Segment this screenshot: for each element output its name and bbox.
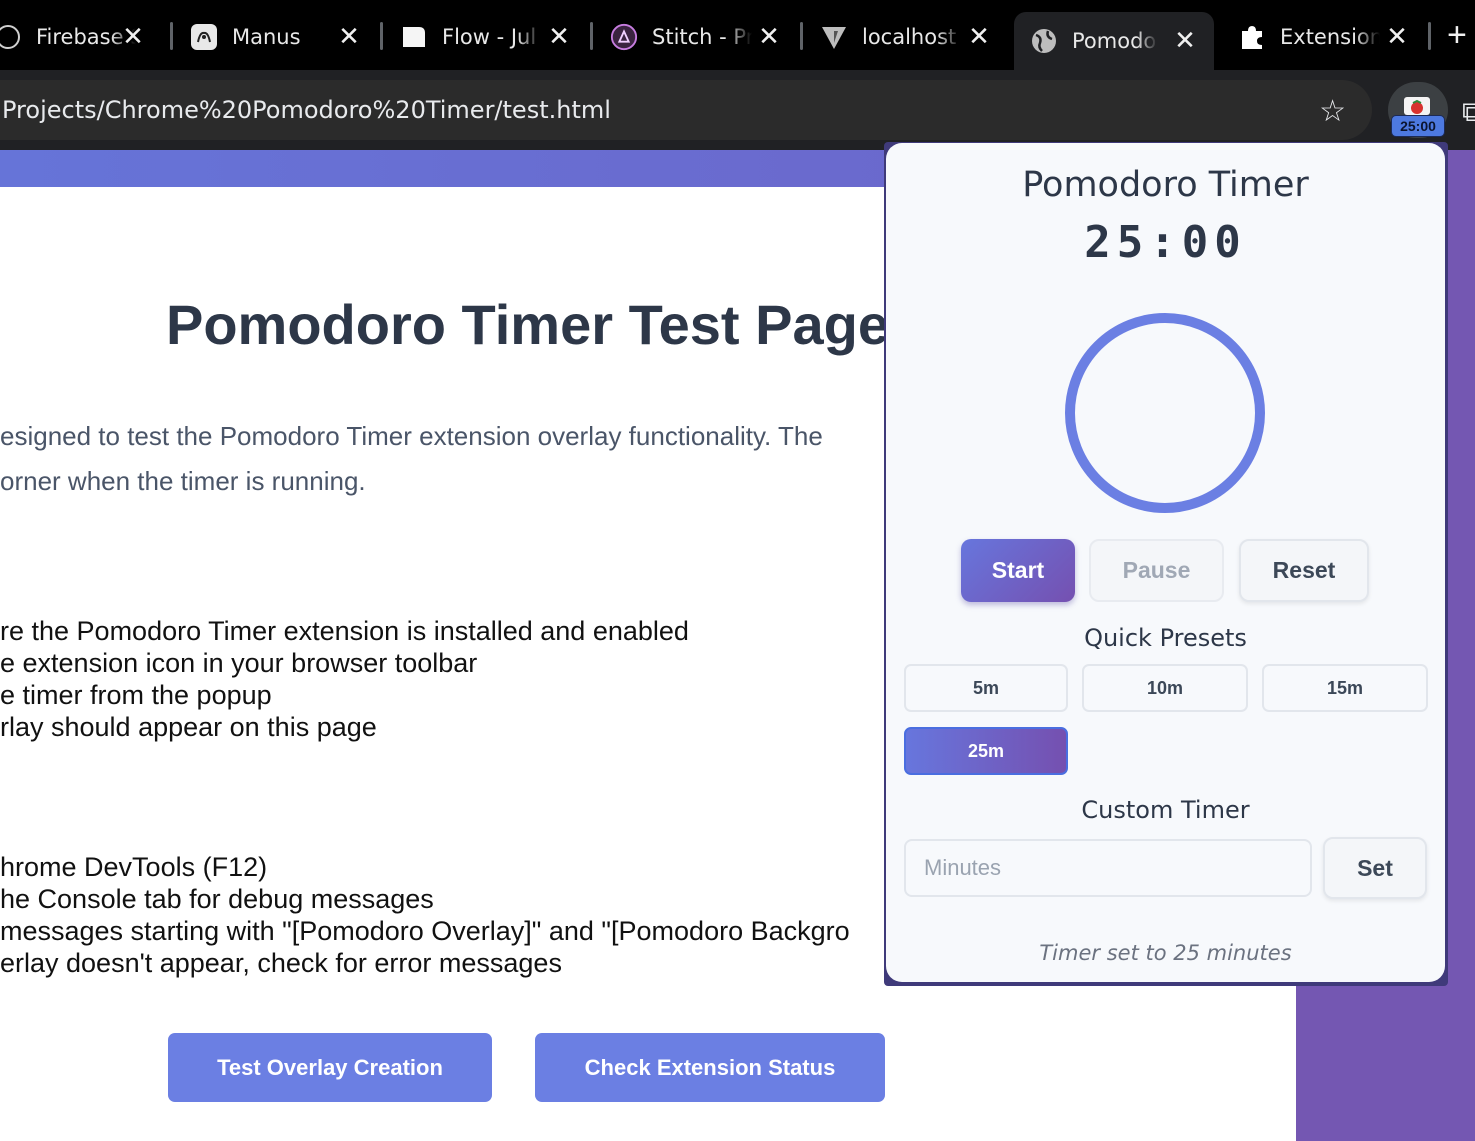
- close-icon[interactable]: ✕: [336, 22, 362, 52]
- preset-25m-button[interactable]: 25m: [904, 727, 1068, 775]
- intro-line: orner when the timer is running.: [0, 466, 366, 496]
- page-title: Pomodoro Timer Test Page: [166, 293, 889, 356]
- check-extension-status-button[interactable]: Check Extension Status: [535, 1033, 885, 1102]
- tab-manus[interactable]: Manus ✕: [190, 12, 362, 62]
- stitch-icon: [610, 23, 638, 51]
- timer-display: 25:00: [1084, 217, 1247, 268]
- close-icon[interactable]: ✕: [120, 22, 146, 52]
- url-text: Projects/Chrome%20Pomodoro%20Timer/test.…: [2, 96, 611, 124]
- list-item: erlay doesn't appear, check for error me…: [0, 948, 562, 978]
- manus-icon: [190, 23, 218, 51]
- tab-extensions[interactable]: Extension ✕: [1238, 12, 1410, 62]
- vite-icon: [820, 23, 848, 51]
- tab-strip: Firebase S ✕ Manus ✕ Flow - Jul ✕ Stitch…: [0, 0, 1475, 70]
- globe-icon: [1030, 27, 1058, 55]
- debug-list: hrome DevTools (F12) he Console tab for …: [0, 851, 850, 979]
- puzzle-icon: [1238, 23, 1266, 51]
- browser-toolbar: Projects/Chrome%20Pomodoro%20Timer/test.…: [0, 70, 1475, 150]
- tab-flow[interactable]: Flow - Jul ✕: [400, 12, 572, 62]
- tab-separator: [1428, 22, 1431, 50]
- instructions-list: re the Pomodoro Timer extension is insta…: [0, 615, 689, 743]
- preset-10m-button[interactable]: 10m: [1082, 664, 1248, 712]
- tab-pomodoro[interactable]: Pomodor ✕: [1014, 12, 1214, 70]
- extension-badge: 25:00: [1391, 115, 1445, 137]
- tab-title: Manus: [232, 25, 301, 49]
- close-icon[interactable]: ✕: [546, 22, 572, 52]
- tab-localhost[interactable]: localhost ✕: [820, 12, 992, 62]
- tab-title: Stitch - Pr: [652, 25, 752, 49]
- popup-title: Pomodoro Timer: [1022, 165, 1309, 205]
- firebase-icon: [0, 23, 22, 51]
- status-message: Timer set to 25 minutes: [1039, 941, 1292, 965]
- close-icon[interactable]: ✕: [1172, 26, 1198, 56]
- close-icon[interactable]: ✕: [756, 22, 782, 52]
- list-item: e extension icon in your browser toolbar: [0, 648, 478, 678]
- custom-timer-heading: Custom Timer: [1081, 796, 1250, 824]
- intro-line: esigned to test the Pomodoro Timer exten…: [0, 421, 823, 451]
- tab-title: Flow - Jul: [442, 25, 537, 49]
- close-icon[interactable]: ✕: [966, 22, 992, 52]
- preset-15m-button[interactable]: 15m: [1262, 664, 1428, 712]
- tab-title: Pomodor: [1072, 29, 1158, 53]
- pomodoro-popup: Pomodoro Timer 25:00 Start Pause Reset Q…: [886, 143, 1445, 982]
- extensions-menu-icon[interactable]: ⧉: [1462, 96, 1475, 129]
- tab-separator: [590, 22, 593, 50]
- tomato-icon: [1404, 97, 1430, 115]
- minutes-input[interactable]: Minutes: [904, 839, 1312, 897]
- list-item: hrome DevTools (F12): [0, 852, 268, 882]
- list-item: re the Pomodoro Timer extension is insta…: [0, 616, 689, 646]
- set-button[interactable]: Set: [1323, 837, 1427, 899]
- tab-separator: [380, 22, 383, 50]
- test-overlay-button[interactable]: Test Overlay Creation: [168, 1033, 492, 1102]
- list-item: he Console tab for debug messages: [0, 884, 434, 914]
- tab-title: Extension: [1280, 25, 1380, 49]
- start-button[interactable]: Start: [961, 539, 1075, 602]
- progress-ring: [1065, 313, 1265, 513]
- tab-separator: [170, 22, 173, 50]
- tab-separator: [800, 22, 803, 50]
- list-item: messages starting with "[Pomodoro Overla…: [0, 916, 850, 946]
- address-bar[interactable]: Projects/Chrome%20Pomodoro%20Timer/test.…: [0, 80, 1372, 140]
- quick-presets-heading: Quick Presets: [1084, 624, 1247, 652]
- preset-5m-button[interactable]: 5m: [904, 664, 1068, 712]
- list-item: rlay should appear on this page: [0, 712, 377, 742]
- bookmark-star-icon[interactable]: ☆: [1319, 94, 1346, 129]
- tab-stitch[interactable]: Stitch - Pr ✕: [610, 12, 782, 62]
- list-item: e timer from the popup: [0, 680, 272, 710]
- new-tab-button[interactable]: +: [1447, 18, 1467, 52]
- reset-button[interactable]: Reset: [1239, 539, 1369, 602]
- tab-title: localhost: [862, 25, 957, 49]
- tab-firebase[interactable]: Firebase S ✕: [0, 12, 154, 62]
- close-icon[interactable]: ✕: [1384, 22, 1410, 52]
- pause-button[interactable]: Pause: [1089, 539, 1224, 602]
- progress-ring-track: [1065, 313, 1265, 513]
- flow-icon: [400, 23, 428, 51]
- page-intro: esigned to test the Pomodoro Timer exten…: [0, 414, 823, 504]
